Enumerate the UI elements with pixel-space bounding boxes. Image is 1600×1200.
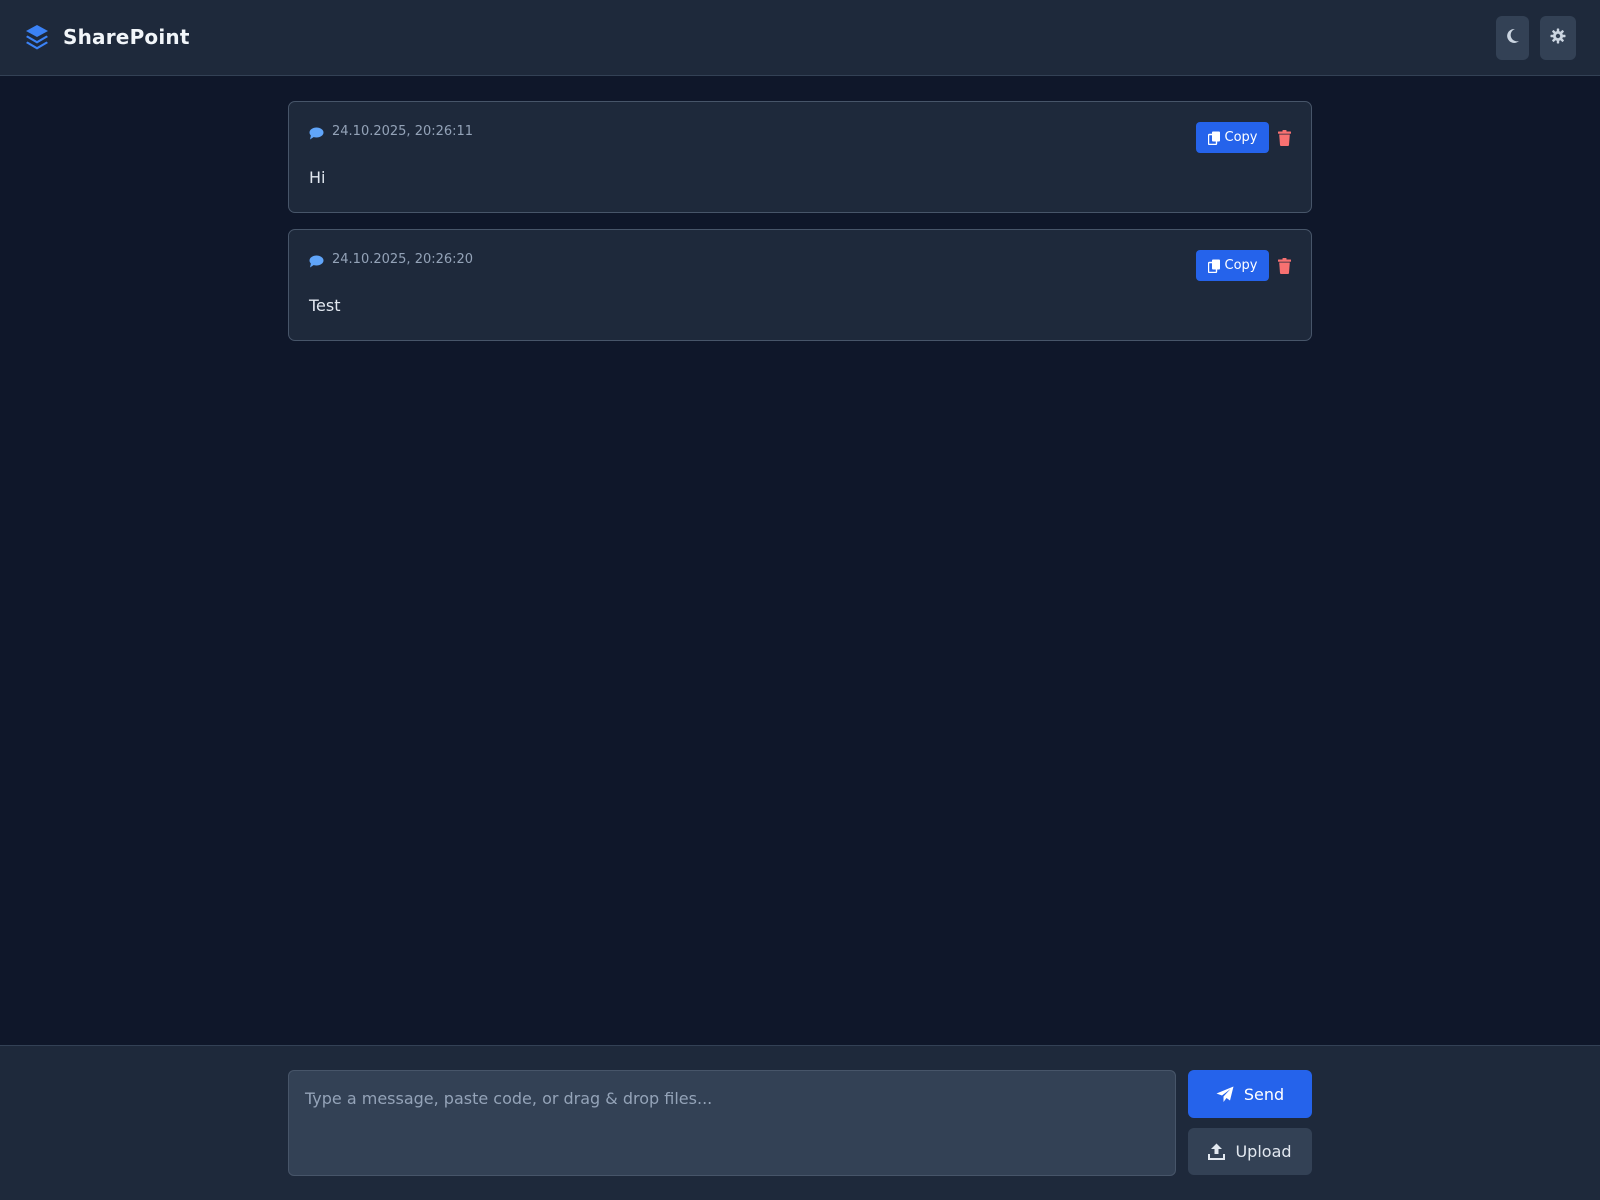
comment-icon [309,253,324,268]
paper-plane-icon [1216,1086,1234,1102]
message-input[interactable] [288,1070,1176,1176]
settings-button[interactable] [1540,16,1576,60]
copy-icon [1207,259,1220,273]
theme-toggle-button[interactable] [1496,16,1529,60]
upload-label: Upload [1235,1142,1292,1161]
message-text: Test [309,296,341,315]
gear-icon [1550,28,1566,48]
delete-button[interactable] [1277,129,1291,147]
copy-icon [1207,131,1220,145]
composer-bar: Send Upload [0,1045,1600,1200]
trash-icon [1277,130,1291,146]
message-text: Hi [309,168,326,187]
message-meta: 24.10.2025, 20:26:20 [309,252,474,268]
comment-icon [309,125,324,140]
copy-label: Copy [1224,130,1258,145]
copy-button[interactable]: Copy [1196,122,1269,153]
moon-icon [1506,28,1520,48]
app-header: SharePoint [0,0,1600,76]
brand: SharePoint [24,23,190,51]
upload-icon [1208,1143,1226,1160]
delete-button[interactable] [1277,257,1291,275]
upload-button[interactable]: Upload [1188,1128,1312,1175]
message-timestamp: 24.10.2025, 20:26:20 [332,252,474,267]
message-list: 24.10.2025, 20:26:11 Copy Hi 24.10.2025,… [288,101,1312,357]
app-title: SharePoint [63,25,190,49]
send-button[interactable]: Send [1188,1070,1312,1118]
send-label: Send [1243,1084,1285,1104]
copy-label: Copy [1224,258,1258,273]
message-card: 24.10.2025, 20:26:20 Copy Test [288,229,1312,341]
message-card: 24.10.2025, 20:26:11 Copy Hi [288,101,1312,213]
trash-icon [1277,258,1291,274]
message-timestamp: 24.10.2025, 20:26:11 [332,124,474,139]
message-meta: 24.10.2025, 20:26:11 [309,124,474,140]
copy-button[interactable]: Copy [1196,250,1269,281]
layers-icon [24,23,50,51]
